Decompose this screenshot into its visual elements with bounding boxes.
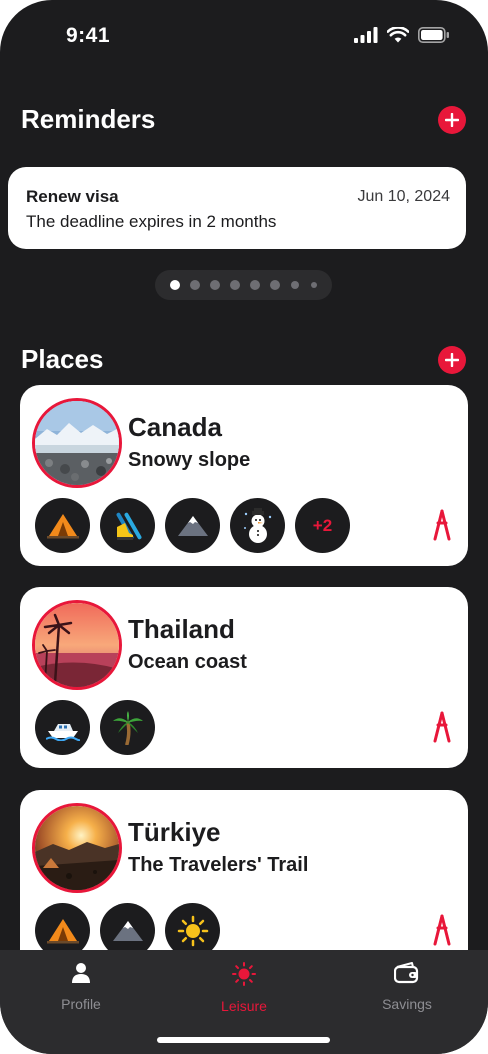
reminder-card[interactable]: Renew visa Jun 10, 2024 The deadline exp… [8, 167, 466, 249]
activity-skiing[interactable] [100, 498, 155, 553]
battery-icon [418, 27, 449, 43]
place-name: Türkiye [128, 817, 221, 847]
page-dot [270, 280, 280, 290]
wallet-icon [393, 962, 419, 984]
place-card-thailand[interactable]: Thailand Ocean coast [20, 587, 468, 768]
sun-icon [232, 962, 256, 986]
add-place-button[interactable] [438, 346, 466, 374]
page-dot [190, 280, 200, 290]
page-dot [230, 280, 240, 290]
activity-palm[interactable] [100, 700, 155, 755]
reminder-title: Renew visa [26, 187, 119, 206]
boat-icon [45, 723, 80, 741]
tab-profile[interactable]: Profile [21, 962, 141, 1012]
mountain-icon [112, 920, 143, 941]
activity-list: +2 [35, 498, 350, 553]
palm-tree-icon [112, 710, 143, 745]
tab-label: Profile [61, 996, 101, 1012]
person-icon [72, 963, 90, 983]
page-dot [311, 282, 317, 288]
place-card-turkiye[interactable]: Türkiye The Travelers' Trail [20, 790, 468, 971]
reminder-description: The deadline expires in 2 months [26, 212, 277, 231]
page-indicator[interactable] [155, 270, 332, 300]
place-photo [32, 803, 122, 893]
tab-leisure[interactable]: Leisure [184, 962, 304, 1014]
place-photo [32, 600, 122, 690]
home-indicator[interactable] [157, 1037, 330, 1043]
reminders-title: Reminders [21, 104, 156, 134]
place-subtitle: Snowy slope [128, 449, 251, 471]
tab-label: Leisure [221, 998, 267, 1014]
place-name: Canada [128, 412, 222, 442]
place-subtitle: The Travelers' Trail [128, 854, 309, 876]
snowman-icon [243, 507, 271, 543]
phone-screen: 9:41 Reminders Renew visa Jun 10, 2024 T… [0, 0, 488, 1054]
wifi-icon [387, 27, 409, 43]
activity-list [35, 700, 155, 755]
page-dot [210, 280, 220, 290]
signal-icon [354, 27, 378, 43]
place-subtitle: Ocean coast [128, 651, 247, 673]
page-dot [250, 280, 260, 290]
places-title: Places [21, 344, 104, 374]
sun-icon [177, 915, 208, 946]
status-bar: 9:41 [0, 0, 488, 70]
tab-label: Savings [382, 996, 432, 1012]
activity-snowman[interactable] [230, 498, 285, 553]
page-dot [291, 281, 299, 289]
place-card-canada[interactable]: Canada Snowy slope +2 [20, 385, 468, 566]
more-activities[interactable]: +2 [295, 498, 350, 553]
add-reminder-button[interactable] [438, 106, 466, 134]
mountain-icon [177, 515, 208, 536]
status-time: 9:41 [66, 24, 111, 47]
activity-boat[interactable] [35, 700, 90, 755]
pin-icon[interactable] [432, 711, 452, 743]
ski-boot-icon [116, 512, 141, 540]
activity-tent[interactable] [35, 498, 90, 553]
place-photo [32, 398, 122, 488]
reminder-date: Jun 10, 2024 [357, 188, 450, 205]
tab-savings[interactable]: Savings [347, 962, 467, 1012]
page-dot [170, 280, 180, 290]
plus-icon [445, 353, 459, 367]
pin-icon[interactable] [432, 914, 452, 946]
pin-icon[interactable] [432, 509, 452, 541]
tent-icon [46, 513, 79, 538]
tent-icon [46, 918, 79, 943]
plus-icon [445, 113, 459, 127]
place-name: Thailand [128, 614, 235, 644]
activity-mountain[interactable] [165, 498, 220, 553]
status-icons [354, 27, 450, 43]
